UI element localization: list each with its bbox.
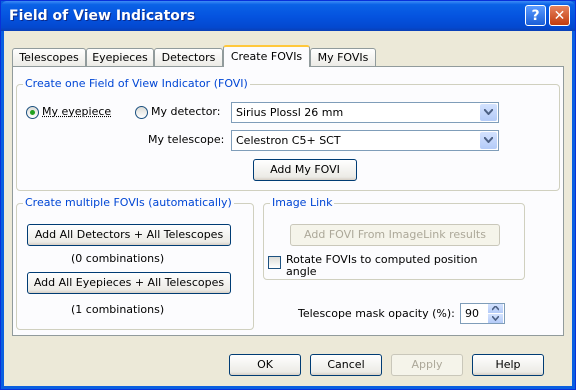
- my-telescope-label: My telescope:: [148, 133, 225, 146]
- help-button[interactable]: Help: [472, 354, 544, 376]
- image-link-group: Image Link Add FOVI From ImageLink resul…: [263, 196, 525, 280]
- cancel-button[interactable]: Cancel: [310, 354, 382, 376]
- detector-select[interactable]: Sirius Plossl 26 mm: [231, 102, 499, 123]
- apply-button[interactable]: Apply: [391, 354, 463, 376]
- tab-my-fovis[interactable]: My FOVIs: [310, 48, 376, 66]
- tab-eyepieces[interactable]: Eyepieces: [86, 48, 154, 66]
- add-all-detectors-button[interactable]: Add All Detectors + All Telescopes: [27, 224, 231, 246]
- dialog-client: Telescopes Eyepieces Detectors Create FO…: [4, 31, 572, 386]
- image-link-group-label: Image Link: [270, 196, 335, 209]
- tab-create-fovis[interactable]: Create FOVIs: [223, 45, 310, 67]
- my-detector-radio[interactable]: [135, 106, 148, 119]
- add-all-eyepieces-button[interactable]: Add All Eyepieces + All Telescopes: [27, 272, 231, 294]
- telescope-select[interactable]: Celestron C5+ SCT: [231, 130, 499, 151]
- chevron-up-icon[interactable]: [488, 304, 503, 313]
- help-title-button[interactable]: ?: [525, 5, 546, 26]
- add-my-fovi-button[interactable]: Add My FOVI: [253, 159, 357, 181]
- tab-telescopes[interactable]: Telescopes: [12, 48, 86, 66]
- rotate-fovis-checkbox[interactable]: [268, 256, 281, 269]
- detectors-combinations-count: (0 combinations): [71, 252, 165, 265]
- create-one-group-label: Create one Field of View Indicator (FOVI…: [23, 77, 250, 90]
- add-fovi-from-imagelink-button[interactable]: Add FOVI From ImageLink results: [290, 224, 500, 246]
- mask-opacity-stepper[interactable]: 90: [460, 303, 505, 324]
- my-detector-label[interactable]: My detector:: [151, 105, 220, 118]
- telescope-select-value: Celestron C5+ SCT: [236, 134, 341, 147]
- chevron-down-icon[interactable]: [480, 132, 497, 149]
- create-one-group: Create one Field of View Indicator (FOVI…: [16, 77, 560, 191]
- create-fovis-panel: Create one Field of View Indicator (FOVI…: [12, 66, 564, 336]
- dialog-window: Field of View Indicators ? ✕ Telescopes …: [0, 0, 576, 390]
- rotate-fovis-label-line2[interactable]: angle: [286, 265, 317, 278]
- radio-selected-dot: [30, 110, 35, 115]
- close-button[interactable]: ✕: [549, 5, 570, 26]
- create-multiple-group: Create multiple FOVIs (automatically) Ad…: [16, 196, 254, 330]
- eyepieces-combinations-count: (1 combinations): [71, 303, 165, 316]
- detector-select-value: Sirius Plossl 26 mm: [236, 106, 344, 119]
- create-multiple-group-label: Create multiple FOVIs (automatically): [23, 196, 234, 209]
- chevron-down-icon[interactable]: [488, 314, 503, 323]
- my-eyepiece-label[interactable]: My eyepiece: [42, 105, 111, 118]
- title-bar[interactable]: Field of View Indicators ? ✕: [1, 1, 575, 31]
- mask-opacity-label: Telescope mask opacity (%):: [298, 307, 455, 320]
- tab-detectors[interactable]: Detectors: [154, 48, 223, 66]
- my-eyepiece-radio[interactable]: [26, 106, 39, 119]
- ok-button[interactable]: OK: [229, 354, 301, 376]
- window-title: Field of View Indicators: [9, 8, 196, 24]
- mask-opacity-value: 90: [465, 307, 479, 320]
- chevron-down-icon[interactable]: [480, 104, 497, 121]
